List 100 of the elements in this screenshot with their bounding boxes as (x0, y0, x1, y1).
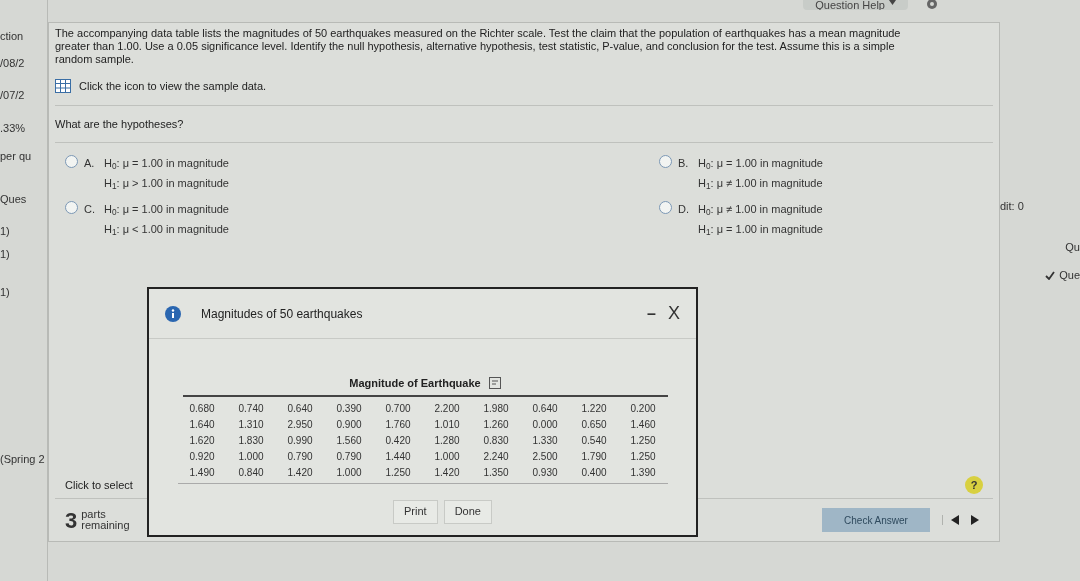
settings-icon[interactable] (924, 0, 940, 12)
help-icon[interactable]: ? (965, 476, 983, 494)
table-cell-text: 1.640 (188, 417, 216, 432)
table-cell-text: 1.350 (482, 465, 510, 480)
alternative-hypothesis: H$_{1}$: μ ≠ 1.00 in magnitude (698, 175, 823, 191)
table-cell-text: 0.680 (188, 401, 216, 416)
null-hypothesis: H$_{0}$: μ = 1.00 in magnitude (104, 156, 229, 172)
option-letter: C. (84, 202, 96, 217)
sidebar-text: /07/2 (0, 88, 26, 103)
check-icon (1045, 270, 1056, 280)
table-cell-text: 1.280 (433, 433, 461, 448)
table-cell-text: 2.500 (531, 449, 559, 464)
table-cell-text: 1.760 (384, 417, 412, 432)
sidebar-text: 1) (0, 285, 11, 300)
radio-button[interactable] (659, 201, 672, 214)
table-cell-text: 0.900 (335, 417, 363, 432)
table-cell-text: 1.420 (286, 465, 314, 480)
table-cell-text: 0.740 (237, 401, 265, 416)
question-text: The accompanying data table lists the magnitudes of 50 earthquakes measured on the Richter scale. Test the claim that the population of earthquakes has a mean magnitude greater than 1.00. Use a 0.05 significance level. Identify the null hypothesis, alternative hypothesis, test statistic, P-value, and conclusion for the test. Assume this is a simple random sample. (55, 27, 902, 66)
radio-button[interactable] (65, 155, 78, 168)
table-cell-text: 0.990 (286, 433, 314, 448)
table-cell-text: 0.930 (531, 465, 559, 480)
table-cell-text: 0.640 (531, 401, 559, 416)
table-cell-text: 0.540 (580, 433, 608, 448)
table-cell-text: 1.330 (531, 433, 559, 448)
table-cell-text: 0.920 (188, 449, 216, 464)
option-letter: A. (84, 156, 96, 171)
question-link[interactable]: Que (1059, 267, 1080, 284)
table-cell-text: 1.000 (433, 449, 461, 464)
alternative-hypothesis: H$_{1}$: μ = 1.00 in magnitude (698, 221, 823, 237)
null-hypothesis: H$_{0}$: μ ≠ 1.00 in magnitude (698, 202, 823, 218)
table-cell-text: 1.980 (482, 401, 510, 416)
option-letter: B. (678, 156, 690, 171)
score-text: dit: 0 (1000, 199, 1024, 214)
table-icon[interactable] (55, 79, 71, 94)
option-letter: D. (678, 202, 690, 217)
table-cell-text: 1.830 (237, 433, 265, 448)
table-cell-text: 1.250 (629, 433, 657, 448)
table-cell-text: 1.420 (433, 465, 461, 480)
table-cell-text: 2.200 (433, 401, 461, 416)
radio-button[interactable] (65, 201, 78, 214)
sidebar-text: 1) (0, 224, 11, 239)
table-cell-text: 1.010 (433, 417, 461, 432)
table-title: Magnitude of Earthquake (349, 376, 481, 391)
table-cell-text: 1.310 (237, 417, 265, 432)
sidebar-text: (Spring 2 (0, 451, 46, 467)
next-icon[interactable] (971, 515, 979, 525)
table-cell-text: 0.650 (580, 417, 608, 432)
radio-button[interactable] (659, 155, 672, 168)
alternative-hypothesis: H$_{1}$: μ > 1.00 in magnitude (104, 175, 229, 191)
table-cell-text: 0.840 (237, 465, 265, 480)
question-prompt: What are the hypotheses? (55, 116, 185, 132)
table-cell-text: 0.790 (335, 449, 363, 464)
table-cell-text: 1.560 (335, 433, 363, 448)
sidebar-text: 1) (0, 246, 11, 262)
table-cell-text: 1.250 (384, 465, 412, 480)
dialog-button[interactable]: Print (393, 499, 438, 524)
parts-label: parts (81, 509, 107, 520)
table-cell-text: 1.490 (188, 465, 216, 480)
table-cell-text: 0.640 (286, 401, 314, 416)
remaining-label: remaining (81, 520, 130, 531)
hint-text: Click to select (65, 477, 133, 493)
alternative-hypothesis: H$_{1}$: μ < 1.00 in magnitude (104, 221, 229, 237)
table-cell-text: 1.000 (237, 449, 265, 464)
table-cell-text: 1.460 (629, 417, 657, 432)
copy-icon[interactable] (488, 377, 501, 390)
question-link[interactable]: Qu (1065, 238, 1080, 255)
table-cell-text: 0.830 (482, 433, 510, 448)
sidebar-text: ction (0, 29, 25, 44)
sidebar-text: /08/2 (0, 55, 26, 71)
info-icon (165, 305, 181, 322)
table-cell-text: 1.250 (629, 449, 657, 464)
sidebar-text: Ques (0, 191, 28, 207)
table-cell-text: 1.620 (188, 433, 216, 448)
table-cell-text: 0.420 (384, 433, 412, 448)
table-cell-text: 2.950 (286, 417, 314, 432)
minimize-button[interactable]: – (647, 301, 656, 326)
sidebar-text: per qu (0, 149, 33, 164)
table-cell-text: 0.200 (629, 401, 657, 416)
table-cell-text: 1.390 (629, 465, 657, 480)
dialog-title: Magnitudes of 50 earthquakes (201, 305, 364, 323)
table-cell-text: 0.790 (286, 449, 314, 464)
table-cell-text: 0.700 (384, 401, 412, 416)
caret-icon (889, 0, 896, 5)
data-link[interactable]: Click the icon to view the sample data. (79, 78, 267, 95)
parts-count: 3 (65, 506, 78, 535)
sidebar-text: .33% (0, 120, 27, 136)
table-cell-text: 1.440 (384, 449, 412, 464)
null-hypothesis: H$_{0}$: μ = 1.00 in magnitude (104, 202, 229, 218)
dialog-button[interactable]: Done (443, 499, 492, 524)
table-cell-text: 1.220 (580, 401, 608, 416)
close-button[interactable]: X (668, 300, 680, 327)
table-cell-text: 1.000 (335, 465, 363, 480)
null-hypothesis: H$_{0}$: μ = 1.00 in magnitude (698, 156, 823, 172)
table-cell-text: 0.000 (531, 417, 559, 432)
table-cell-text: 1.260 (482, 417, 510, 432)
table-cell-text: 0.400 (580, 465, 608, 480)
table-cell-text: 1.790 (580, 449, 608, 464)
previous-icon[interactable] (951, 515, 959, 525)
table-cell-text: 2.240 (482, 449, 510, 464)
